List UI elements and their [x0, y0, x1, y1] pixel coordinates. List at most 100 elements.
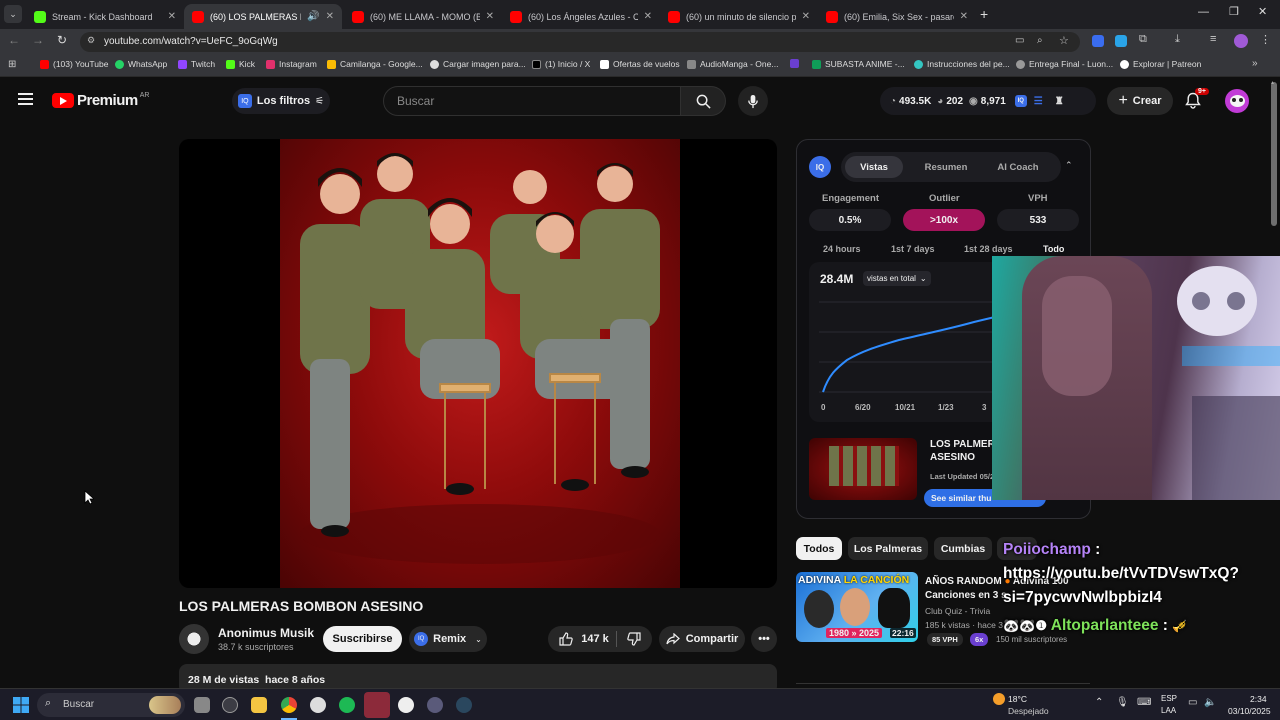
chevron-up-icon[interactable]: ⌃ — [1065, 160, 1073, 171]
reload-icon[interactable]: ↻ — [57, 33, 67, 47]
speaker-icon[interactable]: 🔊 — [307, 11, 319, 22]
tab-los-palmeras[interactable]: (60) LOS PALMERAS BOMBO 🔊 ✕ — [184, 4, 342, 29]
list-icon[interactable]: ☰ — [1034, 96, 1043, 107]
search-box[interactable]: Buscar — [383, 86, 681, 116]
bookmark-instagram[interactable]: Instagram — [266, 59, 317, 69]
iq-icon[interactable]: IQ — [1014, 95, 1027, 107]
tab-search-button[interactable]: ⌄ — [4, 5, 22, 23]
recommended-channel[interactable]: Club Quiz - Trivia — [925, 606, 990, 616]
bookmark-youtube[interactable]: (103) YouTube — [40, 59, 108, 69]
bookmark-cargar-imagen[interactable]: Cargar imagen para... — [430, 59, 526, 69]
chip-todos[interactable]: Todos — [796, 537, 842, 560]
zoom-icon[interactable]: ⌕ — [1037, 35, 1043, 46]
close-window-button[interactable]: ✕ — [1258, 5, 1267, 18]
app-icon[interactable] — [364, 692, 390, 718]
close-icon[interactable]: ✕ — [644, 11, 652, 22]
similar-thumbnail[interactable] — [809, 438, 917, 500]
like-button[interactable]: 147 k — [554, 626, 614, 652]
star-icon[interactable]: ☆ — [1059, 34, 1069, 47]
tab-minuto-silencio[interactable]: (60) un minuto de silencio por ✕ — [660, 4, 818, 29]
tab-me-llama[interactable]: (60) ME LLAMA - MOMO (Bere ✕ — [344, 4, 502, 29]
subscribe-button[interactable]: Suscribirse — [323, 626, 402, 652]
tab-kick-dashboard[interactable]: Stream - Kick Dashboard ✕ — [26, 4, 184, 29]
network-icon[interactable]: ▭ — [1188, 697, 1197, 708]
minimize-button[interactable]: — — [1198, 6, 1209, 18]
share-button[interactable]: Compartir — [659, 626, 745, 652]
account-avatar[interactable] — [1225, 89, 1249, 113]
recommended-thumbnail[interactable]: ADIVINA LA CANCIÓN 1980 » 2025 22:16 — [796, 572, 918, 642]
taskbar-search[interactable]: ⌕ Buscar — [37, 693, 185, 717]
tab-angeles-azules[interactable]: (60) Los Ángeles Azules - Cóm ✕ — [502, 4, 660, 29]
scroll-up-icon[interactable]: ▲ — [1270, 80, 1275, 86]
bookmark-entrega[interactable]: Entrega Final - Luon... — [1016, 59, 1113, 69]
range-todo[interactable]: Todo — [1043, 244, 1064, 254]
new-tab-button[interactable]: + — [980, 6, 988, 22]
bookmark-patreon[interactable]: Explorar | Patreon — [1120, 59, 1201, 69]
voice-search-button[interactable] — [738, 86, 768, 116]
language-code[interactable]: ESP — [1161, 694, 1177, 703]
back-icon[interactable]: ← — [8, 33, 20, 47]
close-icon[interactable]: ✕ — [486, 11, 494, 22]
taskbar-search-input[interactable]: Buscar — [63, 699, 94, 710]
remix-button[interactable]: IQ Remix ⌄ — [409, 626, 487, 652]
bookmark-folder[interactable] — [790, 59, 803, 68]
reading-list-icon[interactable]: ≡ — [1210, 33, 1216, 45]
bookmark-vuelos[interactable]: Ofertas de vuelos — [600, 59, 680, 69]
bookmark-whatsapp[interactable]: WhatsApp — [115, 59, 167, 69]
chrome-icon[interactable] — [281, 697, 297, 713]
range-28d[interactable]: 1st 28 days — [964, 244, 1013, 254]
channel-name[interactable]: Anonimus Musik — [218, 626, 314, 640]
video-player[interactable] — [179, 139, 777, 588]
download-icon[interactable]: ⤓ — [1175, 33, 1180, 46]
views-type-select[interactable]: vistas en total ⌄ — [863, 271, 931, 286]
apps-icon[interactable]: ⊞ — [8, 59, 16, 70]
file-explorer-icon[interactable] — [251, 697, 267, 713]
bookmark-twitch[interactable]: Twitch — [178, 59, 215, 69]
channel-avatar[interactable] — [179, 624, 209, 654]
more-actions-button[interactable]: ••• — [751, 626, 777, 652]
notifications-button[interactable]: 9+ — [1185, 88, 1209, 110]
clock-time[interactable]: 2:34 — [1250, 694, 1267, 704]
tab-emilia[interactable]: (60) Emilia, Six Sex - pasarella ✕ — [818, 4, 976, 29]
bookmark-audiomanga[interactable]: AudioManga - One... — [687, 59, 778, 69]
tab-ai-coach[interactable]: AI Coach — [985, 156, 1051, 178]
task-view-icon[interactable] — [194, 697, 210, 713]
close-icon[interactable]: ✕ — [960, 11, 968, 22]
clock-date[interactable]: 03/10/2025 — [1228, 706, 1271, 716]
windows-start-icon[interactable] — [13, 697, 29, 713]
search-input[interactable]: Buscar — [397, 94, 434, 108]
more-bookmarks-icon[interactable]: » — [1252, 58, 1258, 69]
bookmark-camilanga[interactable]: Camilanga - Google... — [327, 59, 423, 69]
close-icon[interactable]: ✕ — [168, 11, 176, 22]
chevron-up-icon[interactable]: ⌃ — [1095, 697, 1103, 708]
tab-resumen[interactable]: Resumen — [913, 156, 979, 178]
site-info-icon[interactable]: ⚙ — [87, 35, 95, 46]
temperature[interactable]: 18°C — [1008, 694, 1027, 704]
range-7d[interactable]: 1st 7 days — [891, 244, 935, 254]
profile-avatar[interactable] — [1234, 34, 1248, 48]
forward-icon[interactable]: → — [32, 33, 44, 47]
close-icon[interactable]: ✕ — [802, 11, 810, 22]
address-bar[interactable]: ⚙ youtube.com/watch?v=UeFC_9oGqWg ▭ ⌕ ☆ — [80, 32, 1080, 52]
youtube-premium-logo[interactable]: Premium AR — [52, 92, 149, 109]
range-24h[interactable]: 24 hours — [823, 244, 861, 254]
language-layout[interactable]: LAA — [1161, 706, 1176, 715]
chip-cumbias[interactable]: Cumbias — [934, 537, 992, 560]
maximize-button[interactable]: ❐ — [1229, 5, 1239, 18]
keyboard-icon[interactable]: ⌨ — [1137, 697, 1151, 708]
bookmark-kick[interactable]: Kick — [226, 59, 255, 69]
extension-icon[interactable] — [1092, 35, 1104, 47]
close-icon[interactable]: ✕ — [326, 11, 334, 22]
bookmark-instrucciones[interactable]: Instrucciones del pe... — [914, 59, 1010, 69]
volume-icon[interactable]: 🔈 — [1204, 697, 1216, 708]
puzzle-icon[interactable]: ⧉ — [1139, 33, 1147, 46]
microphone-icon[interactable]: 🎙 — [1116, 697, 1129, 708]
search-button[interactable] — [681, 86, 726, 116]
trophy-icon[interactable]: ♜ — [1055, 96, 1064, 107]
dislike-button[interactable] — [620, 626, 648, 652]
app-icon[interactable] — [222, 697, 238, 713]
page-scrollbar[interactable] — [1271, 82, 1277, 226]
app-icon[interactable] — [427, 697, 443, 713]
steam-icon[interactable] — [456, 697, 472, 713]
obs-icon[interactable] — [310, 697, 326, 713]
